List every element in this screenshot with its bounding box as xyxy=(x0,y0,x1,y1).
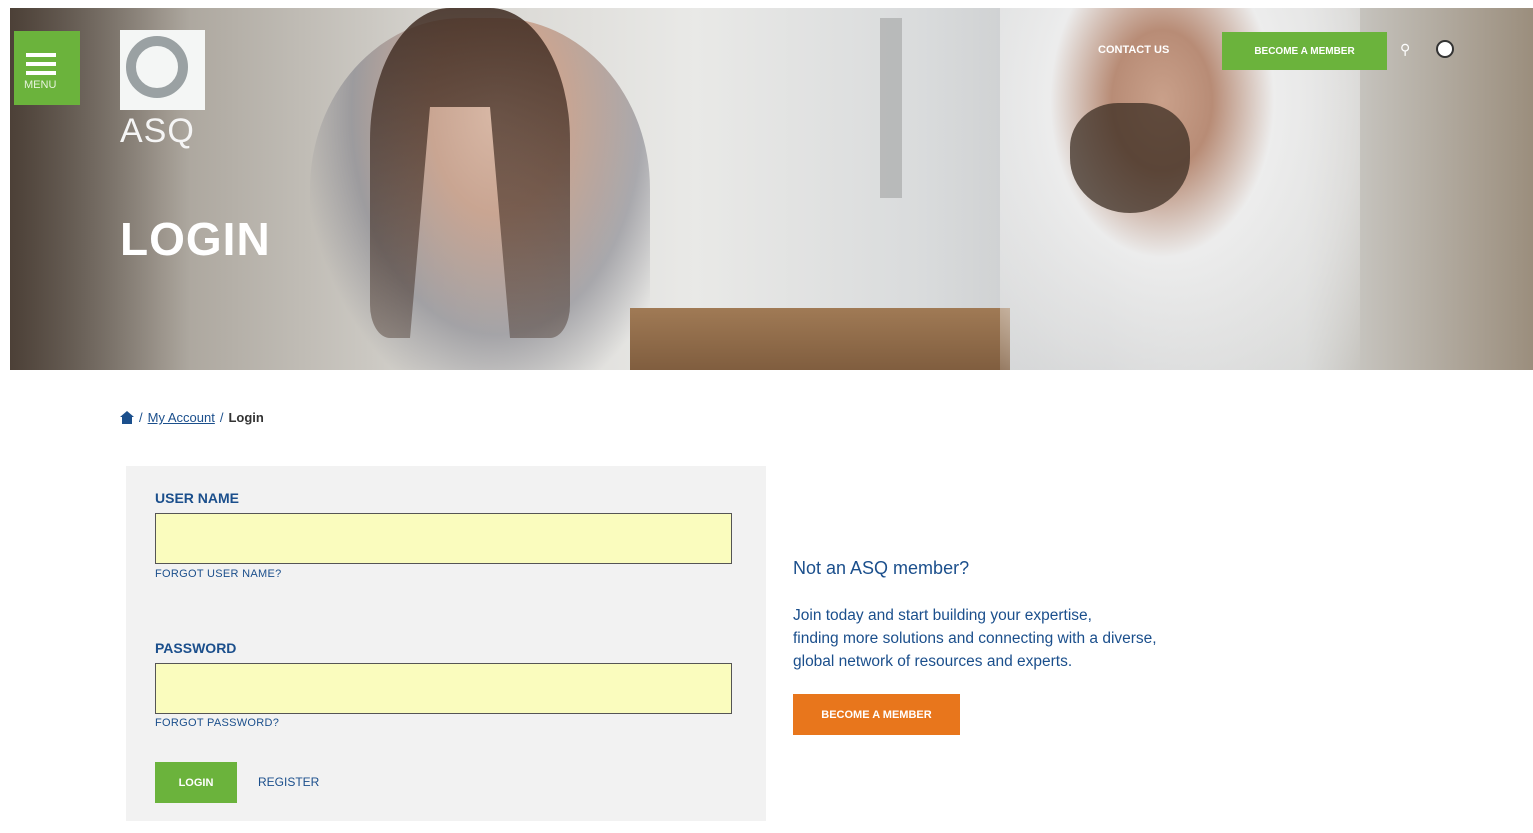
promo-line: Join today and start building your exper… xyxy=(793,607,1092,624)
hero-photo-beard xyxy=(1070,103,1190,213)
logo-text: ASQ xyxy=(120,112,195,150)
forgot-username-link[interactable]: FORGOT USER NAME? xyxy=(155,568,282,580)
menu-button[interactable]: MENU xyxy=(14,31,80,105)
username-input[interactable] xyxy=(155,513,732,564)
logo-mark xyxy=(126,36,188,98)
forgot-password-link[interactable]: FORGOT PASSWORD? xyxy=(155,717,279,729)
globe-icon[interactable] xyxy=(1436,40,1454,58)
promo-line: finding more solutions and connecting wi… xyxy=(793,630,1157,647)
promo-text: Join today and start building your exper… xyxy=(793,604,1233,673)
menu-icon-bar xyxy=(26,62,56,66)
login-button[interactable]: LOGIN xyxy=(155,762,237,803)
hero-photo-table xyxy=(630,308,1010,370)
username-label: USER NAME xyxy=(155,490,240,506)
password-input[interactable] xyxy=(155,663,732,714)
breadcrumb-current: Login xyxy=(228,410,264,425)
breadcrumb: / My Account / Login xyxy=(120,410,264,425)
breadcrumb-separator: / xyxy=(219,410,224,425)
menu-label: MENU xyxy=(24,79,57,91)
search-icon[interactable]: ⚲ xyxy=(1400,42,1410,58)
become-member-button[interactable]: BECOME A MEMBER xyxy=(793,694,960,735)
page-title: LOGIN xyxy=(120,213,271,265)
promo-title: Not an ASQ member? xyxy=(793,558,970,578)
become-member-header-button[interactable]: BECOME A MEMBER xyxy=(1222,32,1387,70)
menu-icon-bar xyxy=(26,71,56,75)
promo-line: global network of resources and experts. xyxy=(793,653,1073,670)
breadcrumb-separator: / xyxy=(139,410,143,425)
register-link[interactable]: REGISTER xyxy=(258,775,319,789)
asq-logo[interactable] xyxy=(120,30,205,110)
contact-us-link[interactable]: CONTACT US xyxy=(1098,44,1169,56)
password-label: PASSWORD xyxy=(155,640,237,656)
menu-icon xyxy=(26,53,56,57)
breadcrumb-my-account[interactable]: My Account xyxy=(148,410,215,425)
home-icon[interactable] xyxy=(120,411,134,424)
page: MENU ASQ LOGIN CONTACT US BECOME A MEMBE… xyxy=(0,0,1533,833)
hero-photo-window xyxy=(880,18,902,198)
